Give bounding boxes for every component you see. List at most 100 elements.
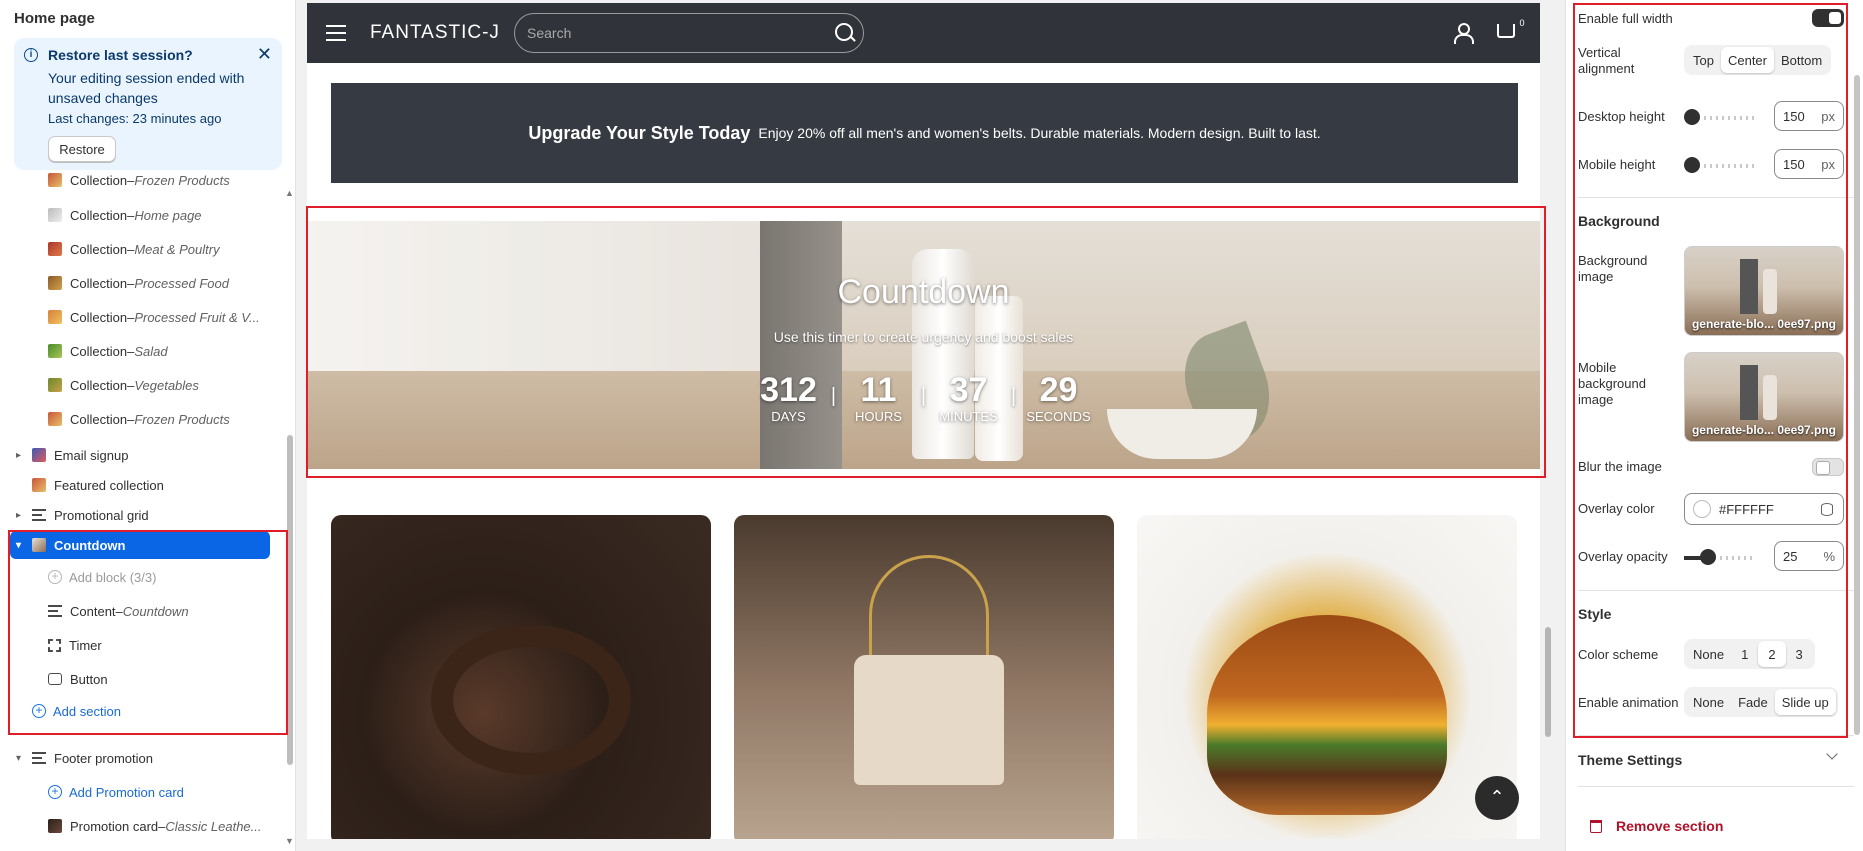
tree-item-collection[interactable]: Collection – Home page [48, 201, 295, 229]
bag-image [854, 655, 1004, 785]
scheme-none-option[interactable]: None [1686, 641, 1731, 667]
tree-item-collection[interactable]: Collection – Vegetables [48, 371, 295, 399]
tree-item-collection[interactable]: Collection – Frozen Products [48, 405, 295, 433]
background-image-picker[interactable]: generate-blo... 0ee97.png [1684, 246, 1844, 336]
block-item-label: Button [70, 671, 108, 687]
mobile-height-input[interactable]: 150 px [1774, 149, 1844, 179]
align-bottom-option[interactable]: Bottom [1774, 47, 1829, 73]
restore-button[interactable]: Restore [48, 136, 116, 162]
desktop-height-slider[interactable] [1692, 116, 1754, 120]
color-swatch[interactable] [1693, 500, 1711, 518]
scrollbar-thumb[interactable] [287, 435, 293, 765]
slider-knob[interactable] [1684, 157, 1700, 173]
tree-item-collection[interactable]: Collection – Processed Food [48, 269, 295, 297]
overlay-color-input[interactable]: #FFFFFF [1684, 493, 1844, 525]
scrollbar-thumb[interactable] [1545, 627, 1551, 737]
tree-item-collection[interactable]: Collection – Salad [48, 337, 295, 365]
chevron-right-icon[interactable]: ▸ [16, 450, 21, 461]
timer-label: DAYS [771, 409, 806, 424]
block-item-content[interactable]: Content – Countdown [48, 597, 295, 625]
timer-label: SECONDS [1026, 409, 1091, 424]
countdown-thumbnail-icon [32, 538, 46, 552]
promotion-card-bag[interactable] [734, 515, 1114, 839]
tree-item-email-signup[interactable]: ▸ Email signup [16, 441, 295, 469]
full-width-toggle[interactable] [1812, 9, 1844, 27]
tree-item-collection[interactable]: Collection – Processed Fruit & V... [48, 303, 295, 331]
scheme-1-option[interactable]: 1 [1731, 641, 1758, 667]
tree-item-label: Collection [70, 377, 128, 393]
chevron-right-icon[interactable]: ▸ [16, 510, 21, 521]
desktop-height-input[interactable]: 150 px [1774, 101, 1844, 131]
chevron-down-icon[interactable]: ▾ [16, 540, 21, 551]
mobile-background-image-picker[interactable]: generate-blo... 0ee97.png [1684, 352, 1844, 442]
tree-item-sub: Salad [134, 343, 168, 359]
animation-slide-up-option[interactable]: Slide up [1774, 689, 1836, 715]
collection-thumbnail-icon [48, 412, 62, 426]
align-top-option[interactable]: Top [1686, 47, 1721, 73]
menu-icon[interactable] [326, 25, 346, 41]
countdown-section[interactable]: Countdown Use this timer to create urgen… [307, 221, 1540, 469]
promotion-card-burger[interactable] [1137, 515, 1517, 839]
banner-last-changes: Last changes: 23 minutes ago [48, 111, 222, 126]
timer-separator: | [830, 385, 837, 407]
timer-days: 312 DAYS [753, 371, 825, 425]
add-promotion-card-button[interactable]: + Add Promotion card [48, 778, 295, 806]
overlay-opacity-slider[interactable] [1684, 556, 1754, 560]
promotion-card-belt[interactable] [331, 515, 711, 839]
close-icon[interactable]: ✕ [257, 44, 272, 65]
page-title: Home page [14, 10, 95, 27]
slider-knob[interactable] [1684, 109, 1700, 125]
remove-section-button[interactable]: Remove section [1590, 818, 1723, 834]
add-section-button[interactable]: + Add section [32, 697, 295, 725]
blur-image-label: Blur the image [1578, 459, 1662, 474]
enable-animation-label: Enable animation [1578, 695, 1679, 710]
tree-item-featured-collection[interactable]: Featured collection [32, 471, 295, 499]
tree-item-collection[interactable]: Collection – Frozen Products [48, 166, 295, 194]
trash-icon [1590, 819, 1602, 833]
slider-knob[interactable] [1700, 549, 1716, 565]
blur-image-toggle[interactable] [1812, 458, 1844, 476]
settings-scrollbar[interactable] [1852, 5, 1862, 795]
sections-sidebar: Home page i Restore last session? ✕ Your… [0, 0, 296, 851]
add-section-label: Add section [53, 703, 121, 719]
scheme-3-option[interactable]: 3 [1786, 641, 1813, 667]
preview-scrollbar[interactable] [1543, 3, 1553, 839]
chevron-down-icon[interactable] [1826, 748, 1838, 760]
tree-item-separator: – [127, 275, 135, 291]
search-input[interactable] [514, 13, 864, 53]
account-icon[interactable] [1454, 23, 1474, 44]
timer-value: 37 [949, 371, 988, 409]
tree-item-collection[interactable]: Collection – Meat & Poultry [48, 235, 295, 263]
promo-banner[interactable]: Upgrade Your Style Today Enjoy 20% off a… [331, 83, 1518, 183]
timer-value: 29 [1039, 371, 1078, 409]
tree-item-promotional-grid[interactable]: ▸ Promotional grid [16, 501, 295, 529]
image-filename: generate-blo... 0ee97.png [1691, 423, 1837, 437]
color-library-icon[interactable] [1821, 503, 1833, 516]
mobile-height-slider[interactable] [1692, 164, 1754, 168]
chevron-down-icon[interactable]: ▾ [16, 753, 21, 764]
back-to-top-button[interactable]: ⌃ [1475, 776, 1519, 820]
block-item-timer[interactable]: Timer [48, 631, 295, 659]
cart-icon[interactable] [1497, 24, 1515, 38]
animation-fade-option[interactable]: Fade [1731, 689, 1775, 715]
banner-message: Your editing session ended with unsaved … [48, 70, 245, 106]
animation-none-option[interactable]: None [1686, 689, 1731, 715]
timer-block-icon [48, 638, 61, 652]
search-icon[interactable] [835, 23, 853, 41]
tree-item-countdown[interactable]: ▾ Countdown [10, 531, 270, 559]
scrollbar-thumb[interactable] [1854, 75, 1860, 735]
tree-item-footer-promotion[interactable]: ▾ Footer promotion [16, 744, 295, 772]
add-block-button[interactable]: + Add block (3/3) [48, 563, 295, 591]
theme-settings-toggle[interactable]: Theme Settings [1578, 752, 1682, 768]
overlay-opacity-input[interactable]: 25% [1774, 541, 1844, 571]
color-scheme-label: Color scheme [1578, 647, 1659, 662]
align-center-option[interactable]: Center [1720, 47, 1774, 73]
scroll-down-arrow-icon[interactable]: ▼ [285, 836, 294, 846]
timer-hours: 11 HOURS [843, 371, 915, 425]
block-item-promotion-card[interactable]: Promotion card – Classic Leathe... [48, 812, 295, 840]
scheme-2-option[interactable]: 2 [1758, 641, 1786, 667]
tree-item-label: Collection [70, 411, 128, 427]
store-logo[interactable]: FANTASTIC-J [370, 22, 500, 44]
block-item-button[interactable]: Button [48, 665, 295, 693]
sidebar-scrollbar[interactable] [287, 190, 293, 836]
